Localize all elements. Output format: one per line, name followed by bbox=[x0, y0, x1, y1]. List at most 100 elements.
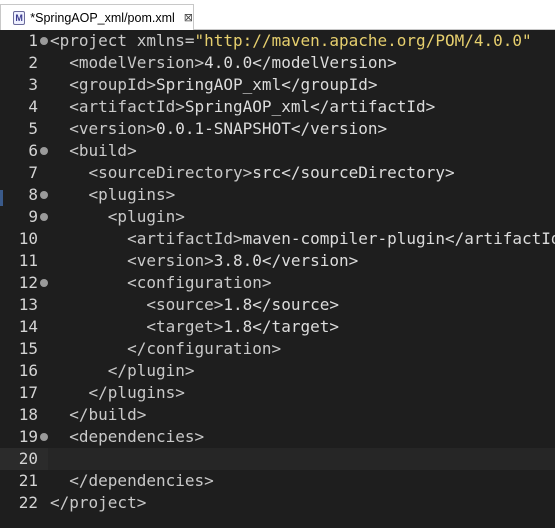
code-text: <version>0.0.1-SNAPSHOT</version> bbox=[50, 118, 387, 140]
fold-toggle-icon[interactable] bbox=[40, 147, 48, 155]
xml-tag: <dependencies> bbox=[69, 427, 205, 446]
xml-content: 3.8.0</version> bbox=[213, 251, 359, 270]
xml-tag: </plugin> bbox=[107, 361, 195, 380]
code-line[interactable]: 2 <modelVersion>4.0.0</modelVersion> bbox=[0, 52, 555, 74]
line-number: 16 bbox=[18, 361, 38, 380]
code-editor[interactable]: 1 <project xmlns="http://maven.apache.org… bbox=[0, 30, 555, 528]
code-line[interactable]: 10 <artifactId>maven-compiler-plugin</ar… bbox=[0, 228, 555, 250]
xml-tag: </dependencies> bbox=[69, 471, 214, 490]
line-gutter: 2 bbox=[0, 52, 48, 74]
line-number: 18 bbox=[18, 405, 38, 424]
code-line[interactable]: 21 </dependencies> bbox=[0, 470, 555, 492]
xml-content: SpringAOP_xml</artifactId> bbox=[184, 97, 436, 116]
code-line[interactable]: 17 </plugins> bbox=[0, 382, 555, 404]
code-text: <project xmlns="http://maven.apache.org/… bbox=[50, 30, 532, 52]
line-number: 7 bbox=[28, 163, 38, 182]
code-line[interactable]: 18 </build> bbox=[0, 404, 555, 426]
code-line[interactable]: 9 <plugin> bbox=[0, 206, 555, 228]
code-line[interactable]: 12 <configuration> bbox=[0, 272, 555, 294]
code-line[interactable]: 19 <dependencies> bbox=[0, 426, 555, 448]
code-line[interactable]: 6 <build> bbox=[0, 140, 555, 162]
code-line[interactable]: 7 <sourceDirectory>src</sourceDirectory> bbox=[0, 162, 555, 184]
code-line[interactable]: 5 <version>0.0.1-SNAPSHOT</version> bbox=[0, 118, 555, 140]
xml-tag: <plugins> bbox=[88, 185, 176, 204]
line-gutter: 6 bbox=[0, 140, 48, 162]
xml-tag: <artifactId> bbox=[69, 97, 185, 116]
code-line[interactable]: 8 <plugins> bbox=[0, 184, 555, 206]
code-text: </dependencies> bbox=[50, 470, 214, 492]
xml-tag: </configuration> bbox=[127, 339, 282, 358]
tab-title: *SpringAOP_xml/pom.xml bbox=[30, 10, 175, 25]
xml-tag: <artifactId> bbox=[127, 229, 243, 248]
xml-tag: <configuration> bbox=[127, 273, 272, 292]
line-number: 3 bbox=[28, 75, 38, 94]
line-gutter: 15 bbox=[0, 338, 48, 360]
xml-tag: <project xmlns= bbox=[50, 31, 195, 50]
line-number: 6 bbox=[28, 141, 38, 160]
line-gutter: 4 bbox=[0, 96, 48, 118]
fold-toggle-icon[interactable] bbox=[40, 433, 48, 441]
fold-toggle-icon[interactable] bbox=[40, 279, 48, 287]
code-line[interactable]: 16 </plugin> bbox=[0, 360, 555, 382]
code-text: <source>1.8</source> bbox=[50, 294, 339, 316]
xml-tag: <source> bbox=[146, 295, 224, 314]
xml-content: 1.8</target> bbox=[223, 317, 339, 336]
code-line[interactable]: 22 </project> bbox=[0, 492, 555, 514]
line-gutter: 5 bbox=[0, 118, 48, 140]
xml-tag: <build> bbox=[69, 141, 137, 160]
line-gutter: 14 bbox=[0, 316, 48, 338]
xml-tag: <sourceDirectory> bbox=[88, 163, 253, 182]
code-line[interactable]: 1 <project xmlns="http://maven.apache.org… bbox=[0, 30, 555, 52]
line-number: 20 bbox=[18, 449, 38, 468]
code-line[interactable]: 15 </configuration> bbox=[0, 338, 555, 360]
xml-tag: </build> bbox=[69, 405, 147, 424]
line-number: 19 bbox=[18, 427, 38, 446]
line-gutter: 9 bbox=[0, 206, 48, 228]
line-number: 2 bbox=[28, 53, 38, 72]
line-number: 4 bbox=[28, 97, 38, 116]
xml-tag: <target> bbox=[146, 317, 224, 336]
code-line[interactable]: 11 <version>3.8.0</version> bbox=[0, 250, 555, 272]
code-text: <sourceDirectory>src</sourceDirectory> bbox=[50, 162, 455, 184]
line-number: 1 bbox=[28, 31, 38, 50]
line-number: 14 bbox=[18, 317, 38, 336]
code-text: <modelVersion>4.0.0</modelVersion> bbox=[50, 52, 397, 74]
tab-pom-xml[interactable]: M *SpringAOP_xml/pom.xml ⊠ bbox=[0, 4, 194, 30]
line-gutter: 19 bbox=[0, 426, 48, 448]
line-number: 13 bbox=[18, 295, 38, 314]
xml-content: 0.0.1-SNAPSHOT</version> bbox=[155, 119, 388, 138]
code-line[interactable]: 13 <source>1.8</source> bbox=[0, 294, 555, 316]
line-gutter: 16 bbox=[0, 360, 48, 382]
line-number: 21 bbox=[18, 471, 38, 490]
code-text: <artifactId>maven-compiler-plugin</artif… bbox=[50, 228, 555, 250]
fold-toggle-icon[interactable] bbox=[40, 37, 48, 45]
code-line[interactable]: 14 <target>1.8</target> bbox=[0, 316, 555, 338]
code-line[interactable]: 4 <artifactId>SpringAOP_xml</artifactId> bbox=[0, 96, 555, 118]
line-number: 5 bbox=[28, 119, 38, 138]
xml-tag: <plugin> bbox=[107, 207, 185, 226]
line-number: 10 bbox=[18, 229, 38, 248]
close-icon[interactable]: ⊠ bbox=[184, 11, 193, 24]
code-line[interactable]: 20 bbox=[0, 448, 555, 470]
line-gutter: 13 bbox=[0, 294, 48, 316]
line-gutter: 12 bbox=[0, 272, 48, 294]
xml-tag: <version> bbox=[127, 251, 214, 270]
xml-content: SpringAOP_xml</groupId> bbox=[155, 75, 378, 94]
line-number: 11 bbox=[18, 251, 38, 270]
xml-tag: </plugins> bbox=[88, 383, 185, 402]
line-gutter: 18 bbox=[0, 404, 48, 426]
fold-toggle-icon[interactable] bbox=[40, 213, 48, 221]
code-text: </build> bbox=[50, 404, 146, 426]
line-number: 15 bbox=[18, 339, 38, 358]
code-text: </project> bbox=[50, 492, 146, 514]
line-gutter: 1 bbox=[0, 30, 48, 52]
code-text: <build> bbox=[50, 140, 137, 162]
line-gutter: 17 bbox=[0, 382, 48, 404]
code-line[interactable]: 3 <groupId>SpringAOP_xml</groupId> bbox=[0, 74, 555, 96]
code-text: <target>1.8</target> bbox=[50, 316, 339, 338]
code-text: <artifactId>SpringAOP_xml</artifactId> bbox=[50, 96, 435, 118]
xml-attr-value: "http://maven.apache.org/POM/4.0.0" bbox=[194, 31, 532, 50]
fold-toggle-icon[interactable] bbox=[40, 191, 48, 199]
line-gutter: 3 bbox=[0, 74, 48, 96]
xml-content: 4.0.0</modelVersion> bbox=[204, 53, 397, 72]
